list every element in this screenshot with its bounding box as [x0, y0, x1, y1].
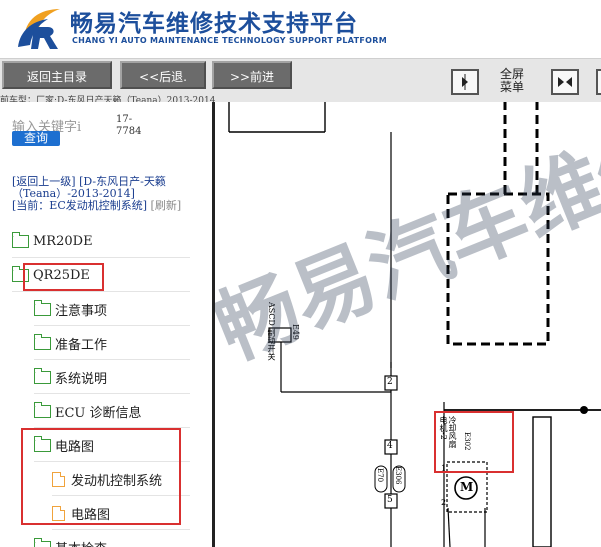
back-button[interactable]: <<后退. — [120, 61, 206, 89]
breadcrumb-current-prefix: [当前： — [12, 199, 50, 212]
tree-item-mr20de[interactable]: MR20DE — [12, 226, 190, 258]
tree-item-basic-check[interactable]: 基本检查 — [34, 532, 190, 547]
connector-e302: E302 — [463, 432, 471, 451]
refresh-link[interactable]: [刷新] — [151, 199, 182, 212]
breadcrumb: [返回上一级] [D-东风日产-天籁（Teana）-2013-2014] [当前… — [12, 176, 192, 212]
highlight-qr25de — [23, 263, 104, 291]
connector-pin-4: 4 — [387, 441, 393, 451]
folder-icon — [34, 402, 51, 418]
more-button[interactable] — [596, 69, 601, 95]
motor-icon: M — [460, 480, 474, 494]
connector-pin-2: 2 — [387, 377, 393, 387]
tree-item-notes[interactable]: 注意事项 — [34, 294, 190, 326]
fullscreen-menu-label[interactable]: 全屏菜单 — [497, 68, 527, 94]
fan-pin-1: 1 — [441, 464, 447, 473]
folder-icon — [34, 538, 51, 547]
tree-item-ecu-diagnosis[interactable]: ECU 诊断信息 — [34, 396, 190, 428]
folder-icon — [34, 300, 51, 316]
collapse-menu-button[interactable] — [451, 69, 479, 95]
folder-icon — [34, 368, 51, 384]
wiring-diagram: ASCD 制动开关 E49 2 4 5 E70 E306 冷却风扇 电机-2 E… — [215, 102, 601, 547]
tree-item-prep[interactable]: 准备工作 — [34, 328, 190, 360]
expand-menu-button[interactable] — [551, 69, 579, 95]
folder-icon — [34, 334, 51, 350]
cooling-fan-motor-label: 冷却风扇 电机-2 — [439, 416, 457, 448]
highlight-wiring-section — [21, 428, 181, 525]
header: 畅易汽车维修技术支持平台 CHANG YI AUTO MAINTENANCE T… — [0, 0, 601, 58]
connector-pin-5: 5 — [387, 495, 393, 505]
search-button[interactable]: 查询 — [12, 131, 60, 146]
sidebar: 输入关键字i 查询 17- 7784 [返回上一级] [D-东风日产-天籁（Te… — [0, 102, 215, 547]
breadcrumb-current-value: EC发动机控制系统] — [49, 199, 148, 212]
forward-button[interactable]: >>前进 — [212, 61, 292, 89]
brand-title: 畅易汽车维修技术支持平台 — [70, 11, 358, 37]
code-display: 17- 7784 — [116, 114, 142, 137]
back-to-main-button[interactable]: 返回主目录 — [2, 61, 112, 89]
collapse-icon — [462, 74, 468, 90]
logo — [18, 9, 60, 49]
expand-icon — [558, 77, 572, 87]
connector-e70: E70 — [376, 468, 384, 483]
fan-pin-2: 2 — [441, 498, 447, 507]
folder-icon — [12, 232, 29, 248]
connector-e306: E306 — [394, 466, 402, 485]
tree-item-system-description[interactable]: 系统说明 — [34, 362, 190, 394]
brand-subtitle: CHANG YI AUTO MAINTENANCE TECHNOLOGY SUP… — [72, 36, 387, 45]
